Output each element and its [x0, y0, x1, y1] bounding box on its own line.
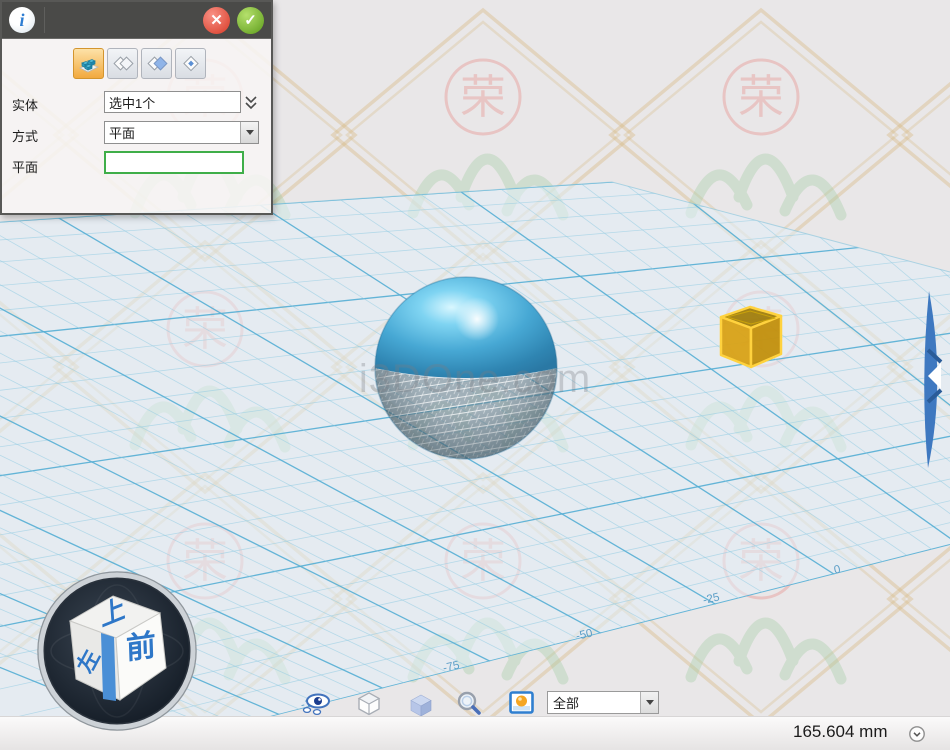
- confirm-button[interactable]: ✓: [237, 7, 264, 34]
- selection-filter-toolbar: [73, 48, 206, 79]
- viewcube-edge-highlight[interactable]: [101, 633, 116, 701]
- viewcube-front-face[interactable]: 前: [126, 629, 157, 666]
- method-label: 方式: [12, 126, 38, 145]
- diamond-center-dot-icon: [179, 52, 203, 76]
- method-dropdown[interactable]: 平面: [104, 121, 259, 144]
- app-canvas: 荣荣荣荣荣荣荣荣荣 0-25-50-75-100 i3DOne.com: [0, 0, 950, 750]
- info-icon[interactable]: i: [9, 7, 35, 33]
- filter-edges-button[interactable]: [141, 48, 172, 79]
- solids-stack-icon: [77, 52, 101, 76]
- chevron-down-icon: [246, 130, 254, 135]
- properties-dialog: i ✕ ✓: [0, 0, 273, 215]
- plane-label: 平面: [12, 157, 38, 176]
- entity-input[interactable]: [104, 91, 241, 113]
- two-diamonds-icon: [111, 52, 135, 76]
- entity-expand-chevron[interactable]: [242, 94, 260, 111]
- cancel-button[interactable]: ✕: [203, 7, 230, 34]
- method-value: 平面: [105, 123, 240, 142]
- dialog-titlebar: i ✕ ✓: [2, 2, 271, 39]
- filter-solids-button[interactable]: [73, 48, 104, 79]
- filter-vertices-button[interactable]: [175, 48, 206, 79]
- diamond-pair-blue-icon: [145, 52, 169, 76]
- titlebar-divider: [44, 7, 45, 33]
- filter-faces-button[interactable]: [107, 48, 138, 79]
- navigation-view-cube[interactable]: 上 左 前: [38, 572, 196, 730]
- method-dropdown-button[interactable]: [240, 122, 258, 143]
- plane-input[interactable]: [104, 151, 244, 174]
- entity-label: 实体: [12, 95, 38, 114]
